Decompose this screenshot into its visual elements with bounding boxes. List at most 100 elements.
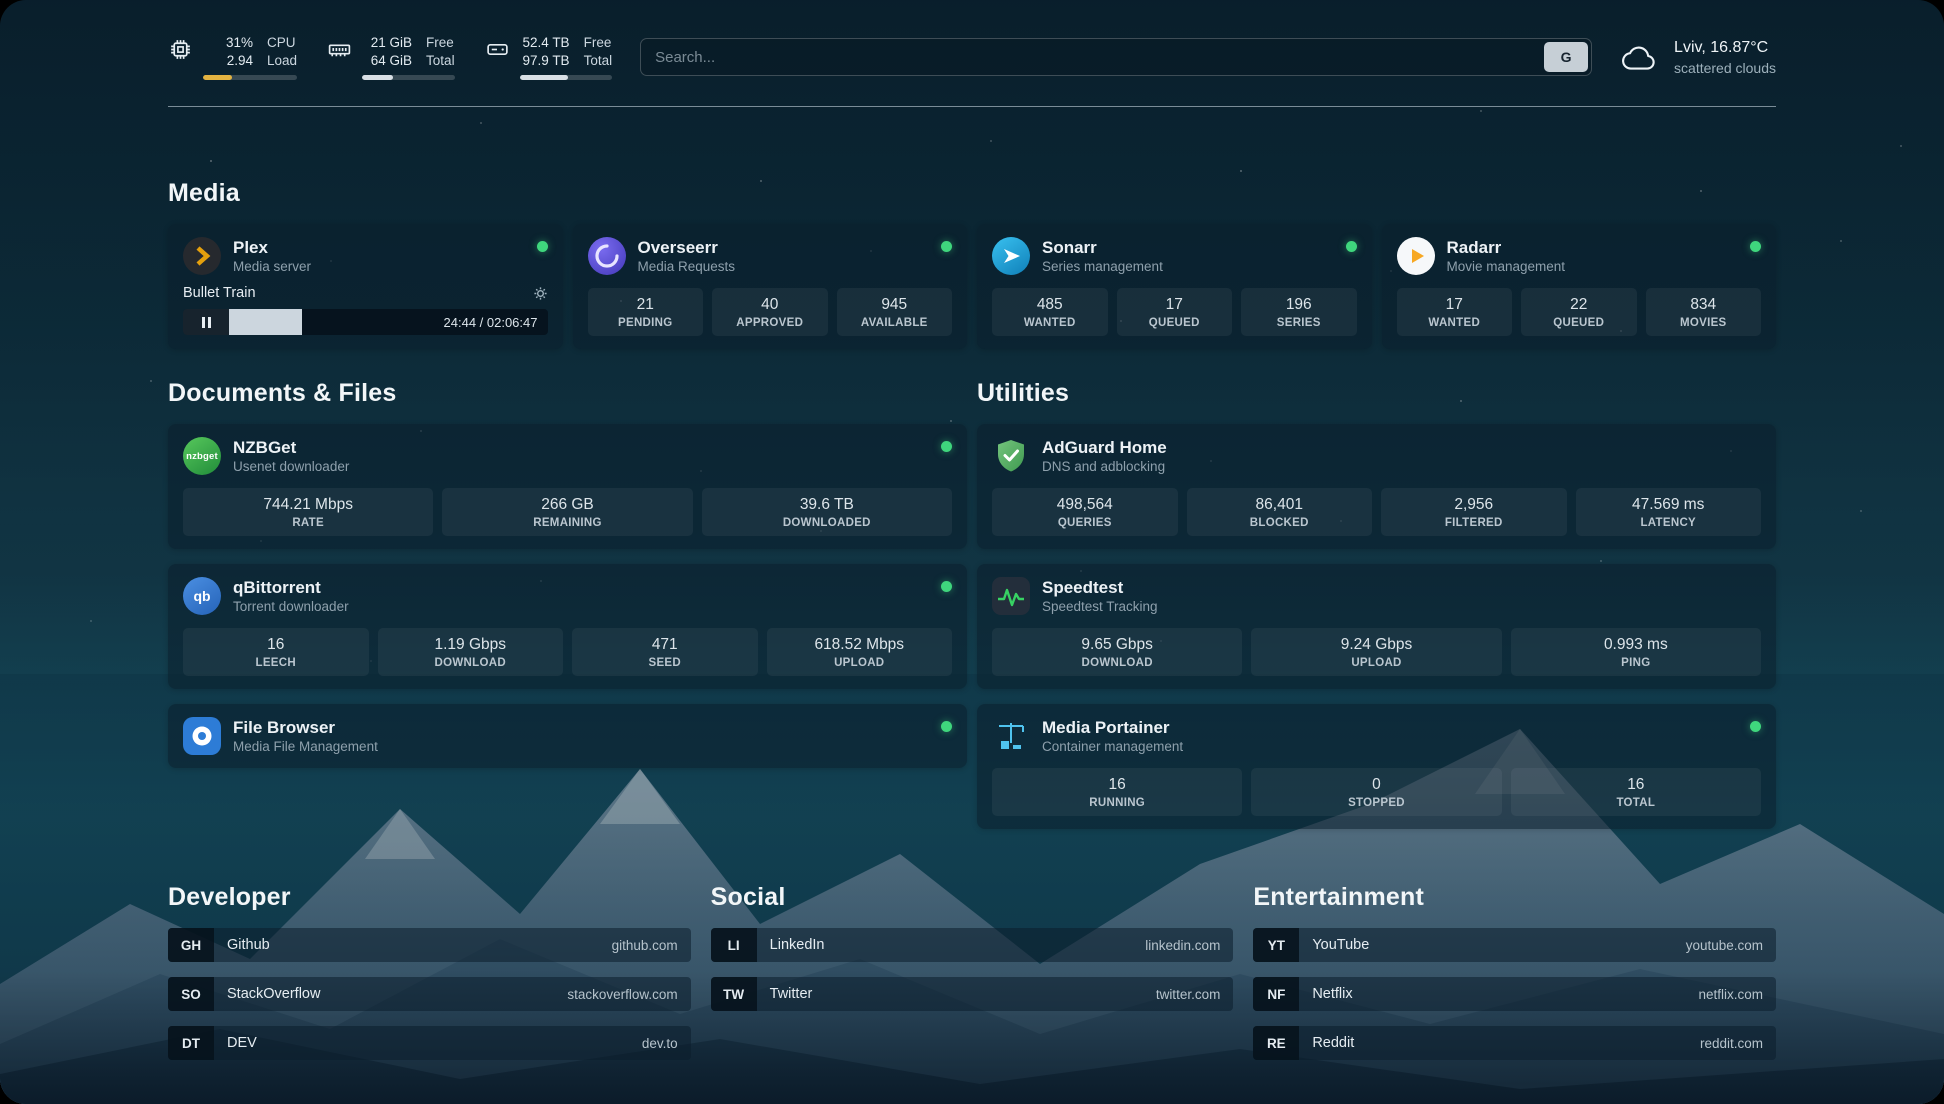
status-dot <box>1346 241 1357 252</box>
portainer-crane-icon <box>992 717 1030 755</box>
status-dot <box>941 721 952 732</box>
cpu-load: 2.94 <box>227 52 253 70</box>
stat-block: 945 AVAILABLE <box>837 288 953 336</box>
bookmark-abbr: TW <box>711 977 757 1011</box>
bookmark-stackoverflow[interactable]: SO StackOverflow stackoverflow.com <box>168 977 691 1011</box>
memory-progress-track <box>362 75 455 80</box>
service-name: qBittorrent <box>233 578 349 598</box>
service-description: DNS and adblocking <box>1042 459 1167 474</box>
stat-block: 47.569 ms LATENCY <box>1576 488 1762 536</box>
stat-block: 266 GB REMAINING <box>442 488 692 536</box>
cpu-percent: 31% <box>226 34 253 52</box>
memory-total: 64 GiB <box>371 52 412 70</box>
stat-block: 17 QUEUED <box>1117 288 1233 336</box>
service-card-radarr[interactable]: Radarr Movie management 17 WANTED 22 QUE… <box>1382 224 1777 349</box>
bookmark-url: twitter.com <box>1156 987 1221 1002</box>
gear-icon[interactable] <box>533 286 548 301</box>
stat-block: 86,401 BLOCKED <box>1187 488 1373 536</box>
memory-label-2: Total <box>426 52 455 70</box>
status-dot <box>537 241 548 252</box>
service-name: Sonarr <box>1042 238 1163 258</box>
memory-icon <box>327 37 352 62</box>
disk-icon <box>485 37 510 62</box>
search-input[interactable] <box>655 49 1544 66</box>
weather-condition: scattered clouds <box>1674 60 1776 76</box>
stat-block: 744.21 Mbps RATE <box>183 488 433 536</box>
cpu-progress-track <box>203 75 297 80</box>
bookmark-url: netflix.com <box>1698 987 1763 1002</box>
nzbget-icon: nzbget <box>183 437 221 475</box>
bookmark-abbr: DT <box>168 1026 214 1060</box>
service-name: Overseerr <box>638 238 736 258</box>
search-provider-button[interactable]: G <box>1544 42 1588 72</box>
service-name: Plex <box>233 238 311 258</box>
pause-button[interactable] <box>183 309 229 335</box>
memory-free: 21 GiB <box>371 34 412 52</box>
bookmark-name: Github <box>227 937 270 953</box>
stat-block: 16 LEECH <box>183 628 369 676</box>
section-media: Media Plex Media server <box>168 179 1776 349</box>
bookmark-name: LinkedIn <box>770 937 825 953</box>
media-section-title: Media <box>168 179 1776 208</box>
stat-block: 0.993 ms PING <box>1511 628 1761 676</box>
stat-block: 9.24 Gbps UPLOAD <box>1251 628 1501 676</box>
service-name: File Browser <box>233 718 378 738</box>
bookmark-name: DEV <box>227 1035 257 1051</box>
bookmark-url: github.com <box>612 938 678 953</box>
bookmark-url: stackoverflow.com <box>567 987 677 1002</box>
utilities-column: Utilities <box>977 379 1776 829</box>
media-grid: Plex Media server Bullet Train <box>168 224 1776 349</box>
cpu-label-1: CPU <box>267 34 297 52</box>
service-card-portainer[interactable]: Media Portainer Container management 16 … <box>977 704 1776 829</box>
status-dot <box>941 581 952 592</box>
stat-block: 485 WANTED <box>992 288 1108 336</box>
sonarr-icon <box>992 237 1030 275</box>
system-widgets: 31% 2.94 CPU Load <box>168 34 612 80</box>
service-description: Torrent downloader <box>233 599 349 614</box>
service-card-speedtest[interactable]: Speedtest Speedtest Tracking 9.65 Gbps D… <box>977 564 1776 689</box>
bookmark-url: youtube.com <box>1686 938 1763 953</box>
service-card-plex[interactable]: Plex Media server Bullet Train <box>168 224 563 349</box>
bookmark-twitter[interactable]: TW Twitter twitter.com <box>711 977 1234 1011</box>
disk-progress-track <box>520 75 613 80</box>
bookmark-github[interactable]: GH Github github.com <box>168 928 691 962</box>
service-card-nzbget[interactable]: nzbget NZBGet Usenet downloader <box>168 424 967 549</box>
weather-location: Lviv, 16.87°C <box>1674 39 1776 57</box>
stat-block: 21 PENDING <box>588 288 704 336</box>
service-card-adguard[interactable]: AdGuard Home DNS and adblocking 498,564 … <box>977 424 1776 549</box>
stat-block: 0 STOPPED <box>1251 768 1501 816</box>
memory-label-1: Free <box>426 34 455 52</box>
service-name: Media Portainer <box>1042 718 1183 738</box>
bookmark-netflix[interactable]: NF Netflix netflix.com <box>1253 977 1776 1011</box>
bookmark-dev[interactable]: DT DEV dev.to <box>168 1026 691 1060</box>
service-card-qbittorrent[interactable]: qb qBittorrent Torrent downloader <box>168 564 967 689</box>
service-card-sonarr[interactable]: Sonarr Series management 485 WANTED 17 Q… <box>977 224 1372 349</box>
bookmark-abbr: GH <box>168 928 214 962</box>
service-card-overseerr[interactable]: Overseerr Media Requests 21 PENDING 40 A… <box>573 224 968 349</box>
bookmark-name: StackOverflow <box>227 986 320 1002</box>
bookmark-reddit[interactable]: RE Reddit reddit.com <box>1253 1026 1776 1060</box>
service-description: Media server <box>233 259 311 274</box>
overseerr-icon <box>588 237 626 275</box>
social-section-title: Social <box>711 883 1234 912</box>
social-column: Social LI LinkedIn linkedin.com TW Twitt… <box>711 883 1234 1075</box>
disk-free: 52.4 TB <box>523 34 570 52</box>
filebrowser-icon <box>183 717 221 755</box>
stat-block: 1.19 Gbps DOWNLOAD <box>378 628 564 676</box>
playback-progress-bar: 24:44 / 02:06:47 <box>183 309 548 335</box>
memory-progress-fill <box>362 75 393 80</box>
weather-widget[interactable]: Lviv, 16.87°C scattered clouds <box>1620 39 1776 76</box>
plex-icon <box>183 237 221 275</box>
bookmark-name: Twitter <box>770 986 813 1002</box>
stat-block: 2,956 FILTERED <box>1381 488 1567 536</box>
bookmark-abbr: RE <box>1253 1026 1299 1060</box>
bookmark-linkedin[interactable]: LI LinkedIn linkedin.com <box>711 928 1234 962</box>
entertainment-section-title: Entertainment <box>1253 883 1776 912</box>
status-dot <box>941 241 952 252</box>
bookmark-youtube[interactable]: YT YouTube youtube.com <box>1253 928 1776 962</box>
plex-now-playing: Bullet Train 24:44 / 02:06:4 <box>183 285 548 335</box>
service-card-filebrowser[interactable]: File Browser Media File Management <box>168 704 967 768</box>
bookmark-url: linkedin.com <box>1145 938 1220 953</box>
entertainment-column: Entertainment YT YouTube youtube.com NF … <box>1253 883 1776 1075</box>
top-bar: 31% 2.94 CPU Load <box>168 0 1776 80</box>
